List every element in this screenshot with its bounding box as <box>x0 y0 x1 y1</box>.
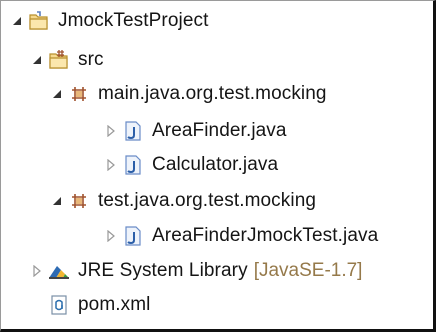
tree-item-label: AreaFinderJmockTest.java <box>152 225 379 246</box>
project-folder-icon <box>27 9 51 33</box>
package-icon <box>67 82 91 106</box>
java-file-icon <box>121 224 145 248</box>
tree-item-jre-library[interactable]: JRE System Library [JavaSE-1.7] <box>27 253 362 289</box>
tree-item-test-package[interactable]: test.java.org.test.mocking <box>47 183 316 219</box>
tree-item-project[interactable]: JmockTestProject <box>7 3 208 39</box>
tree-item-label: Calculator.java <box>152 154 279 175</box>
tree-item-java-file[interactable]: AreaFinder.java <box>101 113 287 149</box>
java-file-icon <box>121 153 145 177</box>
library-icon <box>47 259 71 283</box>
collapsed-arrow-icon[interactable] <box>101 155 121 175</box>
expanded-arrow-icon[interactable] <box>27 50 47 70</box>
jre-version-decoration: [JavaSE-1.7] <box>253 260 363 281</box>
tree-item-label: test.java.org.test.mocking <box>98 190 317 211</box>
tree-item-java-file[interactable]: AreaFinderJmockTest.java <box>101 218 378 254</box>
package-icon <box>67 189 91 213</box>
tree-item-src[interactable]: src <box>27 42 104 78</box>
tree-item-label: pom.xml <box>78 294 151 315</box>
tree-item-label: src <box>78 49 104 70</box>
collapsed-arrow-icon[interactable] <box>101 121 121 141</box>
tree-item-label: JmockTestProject <box>58 10 209 31</box>
collapsed-arrow-icon[interactable] <box>27 261 47 281</box>
tree-item-label: main.java.org.test.mocking <box>98 83 327 104</box>
project-explorer-tree: JmockTestProject src main.java.org.test.… <box>0 0 436 332</box>
tree-item-pom-xml[interactable]: pom.xml <box>47 287 151 323</box>
tree-item-label: JRE System Library <box>78 260 248 281</box>
expanded-arrow-icon[interactable] <box>7 11 27 31</box>
tree-item-label: AreaFinder.java <box>152 120 287 141</box>
source-folder-icon <box>47 48 71 72</box>
expanded-arrow-icon[interactable] <box>47 191 67 211</box>
collapsed-arrow-icon[interactable] <box>101 226 121 246</box>
tree-item-java-file[interactable]: Calculator.java <box>101 147 278 183</box>
tree-item-main-package[interactable]: main.java.org.test.mocking <box>47 76 327 112</box>
expanded-arrow-icon[interactable] <box>47 84 67 104</box>
xml-file-icon <box>47 293 71 317</box>
java-file-icon <box>121 119 145 143</box>
